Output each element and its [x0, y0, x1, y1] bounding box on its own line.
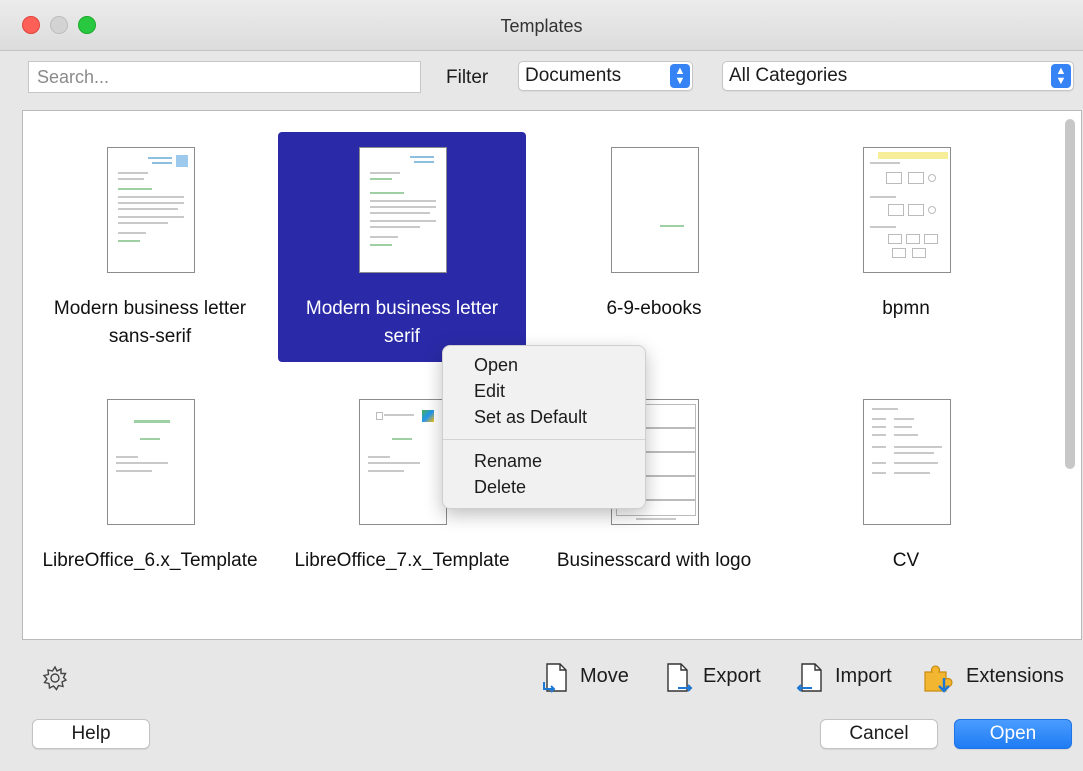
category-value: All Categories: [729, 65, 848, 86]
gear-icon[interactable]: [42, 665, 68, 696]
move-icon[interactable]: [542, 662, 572, 699]
cancel-button[interactable]: Cancel: [820, 719, 938, 749]
template-name: LibreOffice_6.x_Template: [42, 550, 258, 571]
template-tile[interactable]: CV: [782, 384, 1030, 614]
template-name: Businesscard with logo: [556, 550, 752, 571]
filter-type-select[interactable]: Documents ▲ ▼: [518, 61, 693, 91]
vertical-scrollbar[interactable]: [1065, 119, 1075, 469]
template-thumbnail: [863, 147, 951, 273]
template-name: 6-9-ebooks: [606, 298, 702, 319]
menu-separator: [443, 439, 645, 440]
template-thumbnail: [107, 147, 195, 273]
template-thumbnail: [107, 399, 195, 525]
extensions-icon[interactable]: [922, 660, 956, 699]
export-icon[interactable]: [664, 662, 694, 699]
import-icon[interactable]: [796, 662, 826, 699]
template-name: CV: [892, 550, 920, 571]
context-menu: Open Edit Set as Default Rename Delete: [442, 345, 646, 509]
chevron-updown-icon: ▲ ▼: [670, 64, 690, 88]
open-button[interactable]: Open: [954, 719, 1072, 749]
template-tile[interactable]: LibreOffice_6.x_Template: [26, 384, 274, 614]
template-tile[interactable]: bpmn: [782, 132, 1030, 362]
template-name: LibreOffice_7.x_Template: [294, 550, 510, 571]
filter-type-value: Documents: [525, 65, 622, 86]
template-tile-selected[interactable]: Modern business letter serif: [278, 132, 526, 362]
template-name: bpmn: [882, 298, 930, 319]
filter-label: Filter: [446, 67, 489, 88]
title-bar: Templates: [0, 0, 1083, 51]
template-tile[interactable]: 6-9-ebooks: [530, 132, 778, 362]
category-select[interactable]: All Categories ▲ ▼: [722, 61, 1074, 91]
template-name-line2: sans-serif: [108, 326, 192, 347]
menu-item-delete[interactable]: Delete: [474, 477, 526, 498]
move-button[interactable]: Move: [580, 665, 629, 688]
template-thumbnail: [359, 399, 447, 525]
chevron-updown-icon: ▲ ▼: [1051, 64, 1071, 88]
menu-item-set-default[interactable]: Set as Default: [474, 407, 587, 428]
template-tile[interactable]: Modern business letter sans-serif: [26, 132, 274, 362]
import-button[interactable]: Import: [835, 665, 892, 688]
menu-item-edit[interactable]: Edit: [474, 381, 505, 402]
search-input[interactable]: [28, 61, 421, 93]
help-button[interactable]: Help: [32, 719, 150, 749]
extensions-button[interactable]: Extensions: [966, 665, 1064, 688]
menu-item-rename[interactable]: Rename: [474, 451, 542, 472]
template-thumbnail: [611, 147, 699, 273]
export-button[interactable]: Export: [703, 665, 761, 688]
template-name: Modern business letter: [305, 298, 499, 319]
template-thumbnail: [863, 399, 951, 525]
menu-item-open[interactable]: Open: [474, 355, 518, 376]
window-title: Templates: [500, 16, 583, 36]
template-name: Modern business letter: [53, 298, 247, 319]
template-thumbnail: [359, 147, 447, 273]
